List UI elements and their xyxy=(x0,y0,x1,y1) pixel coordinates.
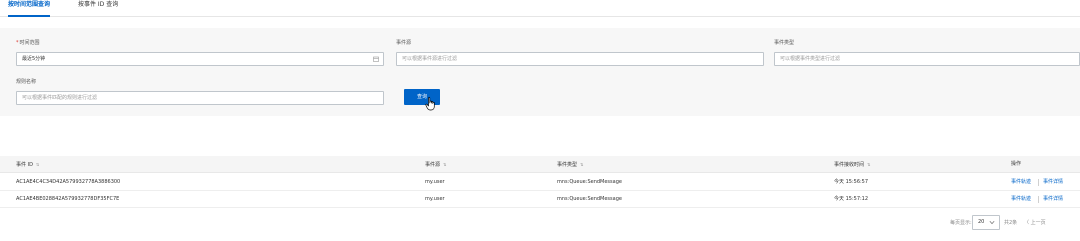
column-header-event-source[interactable]: 事件源 ⇅ xyxy=(425,161,446,169)
table-row: AC1AE4C4C34D42A579932778A3886300 my.user… xyxy=(0,175,1080,191)
event-source-input[interactable]: 可以根据事件源进行过滤 xyxy=(396,52,764,66)
page-size-value: 20 xyxy=(978,219,985,225)
action-divider xyxy=(1038,196,1039,203)
prev-page-button[interactable]: 〈 上一页 xyxy=(1024,220,1046,227)
event-type-input[interactable]: 可以根据事件类型进行过滤 xyxy=(774,52,1080,66)
page-size-select[interactable]: 20 xyxy=(972,215,1000,230)
received-time-cell: 今天 15:56:57 xyxy=(834,179,869,185)
event-type-cell: mns:Queue:SendMessage xyxy=(557,196,622,202)
table-row: AC1AE4BE028842A579932778DF35FC7E my.user… xyxy=(0,192,1080,208)
column-header-received-time[interactable]: 事件接收时间 ⇅ xyxy=(834,161,870,169)
action-divider xyxy=(1038,179,1039,186)
event-type-label: 事件类型 xyxy=(774,40,795,46)
event-detail-link[interactable]: 事件详情 xyxy=(1043,196,1063,203)
time-range-value: 最近5分钟 xyxy=(22,56,46,62)
query-mode-tabs: 按时间范围查询 按事件 ID 查询 xyxy=(0,0,1080,17)
event-trace-link[interactable]: 事件轨迹 xyxy=(1011,179,1031,186)
total-count: 共2条 xyxy=(1004,220,1018,226)
hand-pointer-icon xyxy=(425,97,435,111)
sort-icon[interactable]: ⇅ xyxy=(867,162,870,167)
column-header-event-id[interactable]: 事件 ID ⇅ xyxy=(16,161,39,169)
tab-time-range[interactable]: 按时间范围查询 xyxy=(8,1,51,17)
event-type-cell: mns:Queue:SendMessage xyxy=(557,179,622,185)
time-range-label: *时间范围 xyxy=(16,40,40,46)
chevron-down-icon xyxy=(989,220,995,225)
sort-icon[interactable]: ⇅ xyxy=(580,162,583,167)
page-size-label: 每页显示: xyxy=(950,220,972,226)
event-source-label: 事件源 xyxy=(396,40,412,46)
event-source-cell: my.user xyxy=(425,196,445,202)
sort-icon[interactable]: ⇅ xyxy=(36,162,39,167)
sort-icon[interactable]: ⇅ xyxy=(443,162,446,167)
time-range-picker[interactable]: 最近5分钟 xyxy=(16,52,384,66)
event-id-cell: AC1AE4BE028842A579932778DF35FC7E xyxy=(16,196,120,202)
event-source-cell: my.user xyxy=(425,179,445,185)
calendar-icon xyxy=(373,56,379,62)
table-header: 事件 ID ⇅ 事件源 ⇅ 事件类型 ⇅ 事件接收时间 ⇅ 操作 xyxy=(0,156,1080,173)
event-trace-link[interactable]: 事件轨迹 xyxy=(1011,196,1031,203)
event-detail-link[interactable]: 事件详情 xyxy=(1043,179,1063,186)
rule-name-input[interactable]: 可以根据事件匹配的规则进行过滤 xyxy=(16,91,384,105)
column-header-actions: 操作 xyxy=(1011,161,1022,167)
required-mark: * xyxy=(16,40,19,46)
tab-event-id[interactable]: 按事件 ID 查询 xyxy=(78,1,118,9)
event-id-cell: AC1AE4C4C34D42A579932778A3886300 xyxy=(16,179,121,185)
column-header-event-type[interactable]: 事件类型 ⇅ xyxy=(557,161,583,169)
rule-name-label: 规则名称 xyxy=(16,79,37,85)
received-time-cell: 今天 15:57:12 xyxy=(834,196,869,202)
